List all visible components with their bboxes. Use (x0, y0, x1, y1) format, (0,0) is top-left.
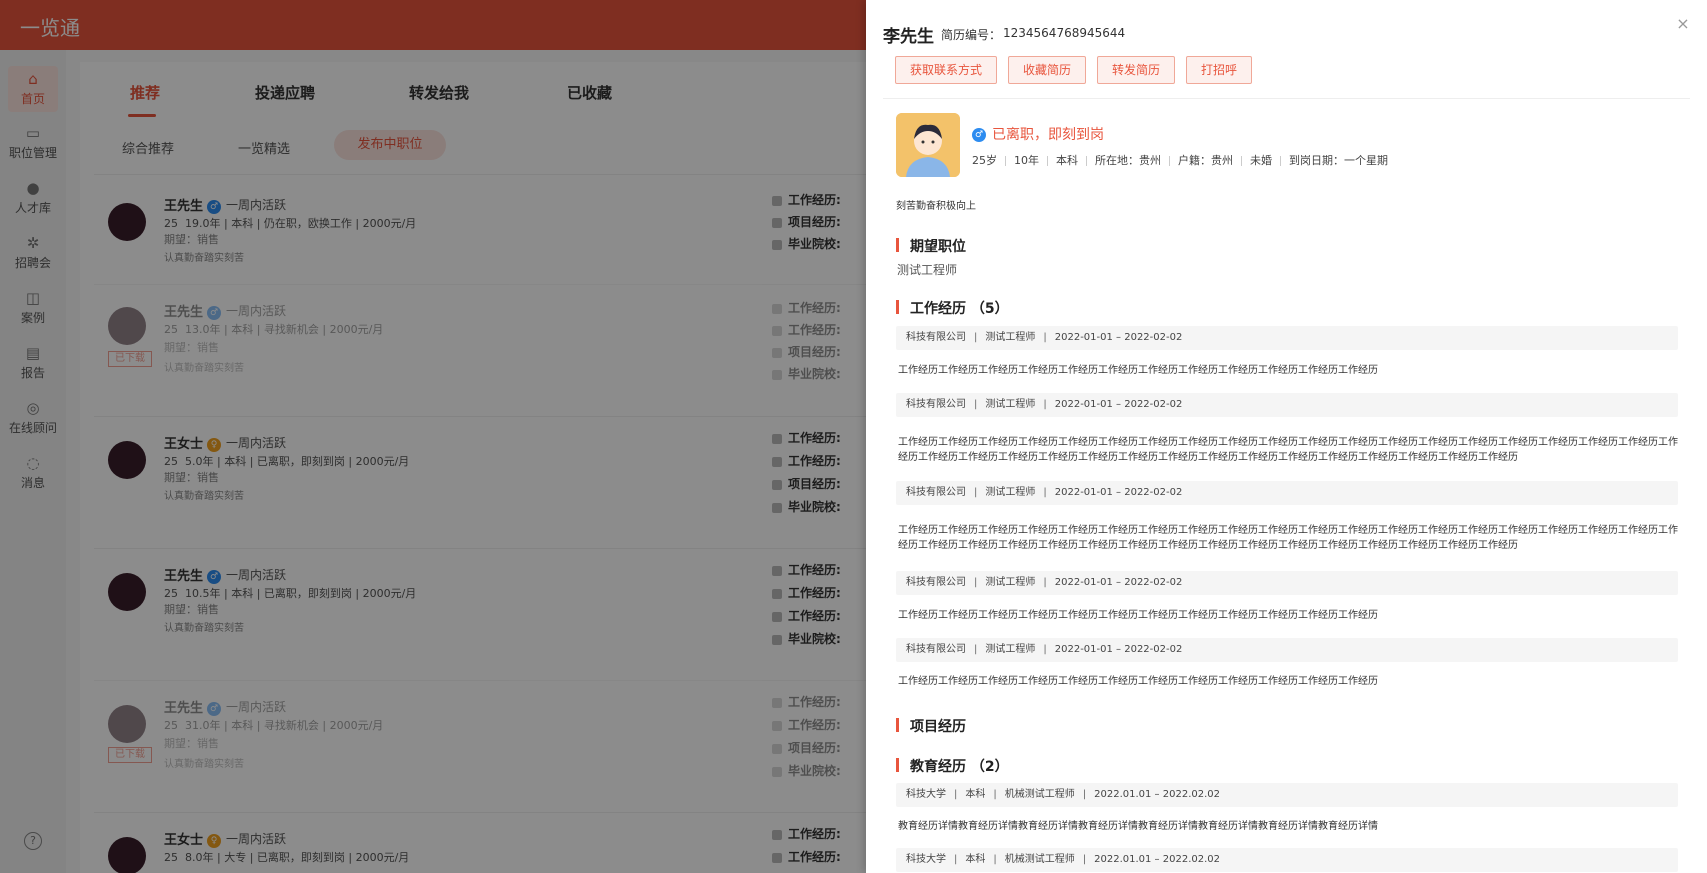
company: 科技有限公司 (906, 487, 966, 498)
period: 2022-01-01 – 2022-02-02 (1054, 487, 1183, 498)
info-age: 25岁 (972, 154, 997, 167)
role: 测试工程师 (985, 332, 1036, 343)
company: 科技有限公司 (906, 399, 966, 410)
close-icon[interactable]: × (1673, 14, 1693, 34)
favorite-resume-button[interactable]: 收藏简历 (1008, 56, 1087, 84)
education-entry-description: 教育经历详情教育经历详情教育经历详情教育经历详情教育经历详情教育经历详情教育经历… (898, 821, 1378, 832)
greet-button[interactable]: 打招呼 (1186, 56, 1253, 84)
info-marital: 未婚 (1250, 154, 1272, 167)
education-entry-header: 科技大学 | 本科 | 机械测试工程师 | 2022.01.01 – 2022.02.02 (896, 783, 1678, 807)
major: 机械测试工程师 (1004, 789, 1075, 800)
job-status-text: 已离职，即刻到岗 (992, 127, 1104, 143)
period: 2022-01-01 – 2022-02-02 (1054, 644, 1183, 655)
expected-job-value: 测试工程师 (897, 263, 958, 277)
resume-name: 李先生 (883, 27, 934, 47)
section-project-experience: 项目经历 (896, 716, 966, 736)
info-location: 所在地：贵州 (1095, 154, 1161, 167)
info-degree: 本科 (1056, 154, 1078, 167)
role: 测试工程师 (985, 644, 1036, 655)
period: 2022.01.01 – 2022.02.02 (1094, 854, 1220, 865)
male-icon: ♂ (972, 128, 986, 142)
work-entry-description: 工作经历工作经历工作经历工作经历工作经历工作经历工作经历工作经历工作经历工作经历… (898, 525, 1678, 551)
work-entry-header: 科技有限公司 | 测试工程师 | 2022-01-01 – 2022-02-02 (896, 481, 1678, 505)
resume-id-label: 简历编号： (941, 28, 1002, 42)
company: 科技有限公司 (906, 644, 966, 655)
company: 科技有限公司 (906, 577, 966, 588)
degree: 本科 (965, 789, 986, 800)
resume-drawer: × 李先生 简历编号： 1234564768945644 获取联系方式 收藏简历… (866, 0, 1707, 873)
work-entry-header: 科技有限公司 | 测试工程师 | 2022-01-01 – 2022-02-02 (896, 326, 1678, 350)
role: 测试工程师 (985, 577, 1036, 588)
period: 2022.01.01 – 2022.02.02 (1094, 789, 1220, 800)
company: 科技有限公司 (906, 332, 966, 343)
work-entry-description: 工作经历工作经历工作经历工作经历工作经历工作经历工作经历工作经历工作经历工作经历… (898, 365, 1378, 376)
school: 科技大学 (906, 854, 946, 865)
education-entry-header: 科技大学 | 本科 | 机械测试工程师 | 2022.01.01 – 2022.02.02 (896, 848, 1678, 872)
period: 2022-01-01 – 2022-02-02 (1054, 399, 1183, 410)
work-entry-header: 科技有限公司 | 测试工程师 | 2022-01-01 – 2022-02-02 (896, 393, 1678, 417)
work-entry-description: 工作经历工作经历工作经历工作经历工作经历工作经历工作经历工作经历工作经历工作经历… (898, 610, 1378, 621)
self-introduction: 刻苦勤奋积极向上 (896, 201, 976, 212)
profile-photo (896, 113, 960, 177)
work-entry-header: 科技有限公司 | 测试工程师 | 2022-01-01 – 2022-02-02 (896, 571, 1678, 595)
profile-illustration (896, 113, 960, 177)
forward-resume-button[interactable]: 转发简历 (1097, 56, 1176, 84)
divider (883, 98, 1690, 99)
work-entry-description: 工作经历工作经历工作经历工作经历工作经历工作经历工作经历工作经历工作经历工作经历… (898, 676, 1378, 687)
section-education: 教育经历 （2） (896, 756, 1009, 776)
resume-id: 1234564768945644 (1003, 26, 1126, 40)
work-entry-description: 工作经历工作经历工作经历工作经历工作经历工作经历工作经历工作经历工作经历工作经历… (898, 437, 1678, 463)
role: 测试工程师 (985, 399, 1036, 410)
section-work-experience: 工作经历 （5） (896, 298, 1009, 318)
school: 科技大学 (906, 789, 946, 800)
modal-overlay[interactable] (0, 0, 866, 873)
section-expected-job: 期望职位 (896, 236, 966, 256)
info-hukou: 户籍：贵州 (1178, 154, 1233, 167)
job-status: ♂ 已离职，即刻到岗 (972, 124, 1104, 144)
degree: 本科 (965, 854, 986, 865)
period: 2022-01-01 – 2022-02-02 (1054, 332, 1183, 343)
basic-info-row: 25岁 10年 本科 所在地：贵州 户籍：贵州 未婚 到岗日期：一个星期 (972, 152, 1388, 168)
get-contact-button[interactable]: 获取联系方式 (895, 56, 998, 84)
info-experience: 10年 (1014, 154, 1039, 167)
role: 测试工程师 (985, 487, 1036, 498)
info-availability: 到岗日期：一个星期 (1289, 154, 1388, 167)
major: 机械测试工程师 (1004, 854, 1075, 865)
work-entry-header: 科技有限公司 | 测试工程师 | 2022-01-01 – 2022-02-02 (896, 638, 1678, 662)
period: 2022-01-01 – 2022-02-02 (1054, 577, 1183, 588)
